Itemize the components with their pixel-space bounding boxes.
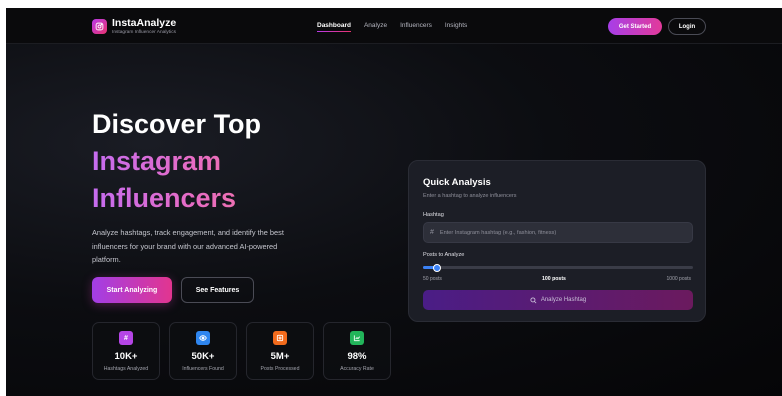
eye-icon <box>196 331 210 345</box>
stat-label: Hashtags Analyzed <box>103 366 149 372</box>
chart-icon <box>350 331 364 345</box>
stat-label: Posts Processed <box>260 366 300 372</box>
brand[interactable]: InstaAnalyze Instagram Influencer Analyt… <box>92 18 176 36</box>
search-icon <box>530 296 537 303</box>
hash-icon: # <box>430 229 434 236</box>
stat-card-hashtags: # 10K+ Hashtags Analyzed <box>92 322 160 380</box>
see-features-button[interactable]: See Features <box>181 277 254 303</box>
hashtag-input-wrapper[interactable]: # <box>423 222 693 243</box>
nav-analyze[interactable]: Analyze <box>364 22 387 29</box>
posts-value-label: 100 posts <box>542 276 566 282</box>
panel-subtitle: Enter a hashtag to analyze influencers <box>423 193 517 199</box>
posts-max-label: 1000 posts <box>666 276 691 282</box>
stat-value: 10K+ <box>114 351 138 362</box>
stat-value: 98% <box>347 351 367 362</box>
stat-value: 50K+ <box>191 351 215 362</box>
stat-label: Influencers Found <box>182 366 224 372</box>
posts-label: Posts to Analyze <box>423 252 465 258</box>
analyze-hashtag-label: Analyze Hashtag <box>540 297 587 303</box>
stat-card-accuracy: 98% Accuracy Rate <box>323 322 391 380</box>
slider-thumb[interactable] <box>433 263 442 272</box>
posts-min-label: 50 posts <box>423 276 442 282</box>
analyze-hashtag-button[interactable]: Analyze Hashtag <box>423 290 693 310</box>
nav-insights[interactable]: Insights <box>445 22 467 29</box>
navbar: InstaAnalyze Instagram Influencer Analyt… <box>6 8 782 44</box>
login-button[interactable]: Login <box>668 18 706 35</box>
hashtag-label: Hashtag <box>423 212 444 218</box>
nav-links: Dashboard Analyze Influencers Insights <box>317 22 480 32</box>
hashtag-input[interactable] <box>439 229 680 236</box>
get-started-button[interactable]: Get Started <box>608 18 662 35</box>
hero-title-line2: Instagram <box>92 143 261 180</box>
quick-analysis-panel: Quick Analysis Enter a hashtag to analyz… <box>408 160 706 322</box>
instagram-icon <box>92 19 107 34</box>
nav-dashboard[interactable]: Dashboard <box>317 22 351 32</box>
nav-influencers[interactable]: Influencers <box>400 22 432 29</box>
brand-tagline: Instagram Influencer Analytics <box>112 30 176 35</box>
hero-title: Discover Top Instagram Influencers <box>92 106 261 217</box>
image-icon <box>273 331 287 345</box>
stat-card-posts: 5M+ Posts Processed <box>246 322 314 380</box>
posts-slider[interactable] <box>423 263 693 272</box>
panel-title: Quick Analysis <box>423 177 491 188</box>
hero-description: Analyze hashtags, track engagement, and … <box>92 228 284 264</box>
app-root: InstaAnalyze Instagram Influencer Analyt… <box>6 8 782 396</box>
stat-label: Accuracy Rate <box>340 366 374 372</box>
hash-icon: # <box>119 331 133 345</box>
brand-name: InstaAnalyze <box>112 17 177 29</box>
stat-value: 5M+ <box>270 351 290 362</box>
hero-title-line1: Discover Top <box>92 109 262 139</box>
stat-card-influencers: 50K+ Influencers Found <box>169 322 237 380</box>
start-analyzing-button[interactable]: Start Analyzing <box>92 277 172 303</box>
hero-title-line3: Influencers <box>92 180 261 217</box>
